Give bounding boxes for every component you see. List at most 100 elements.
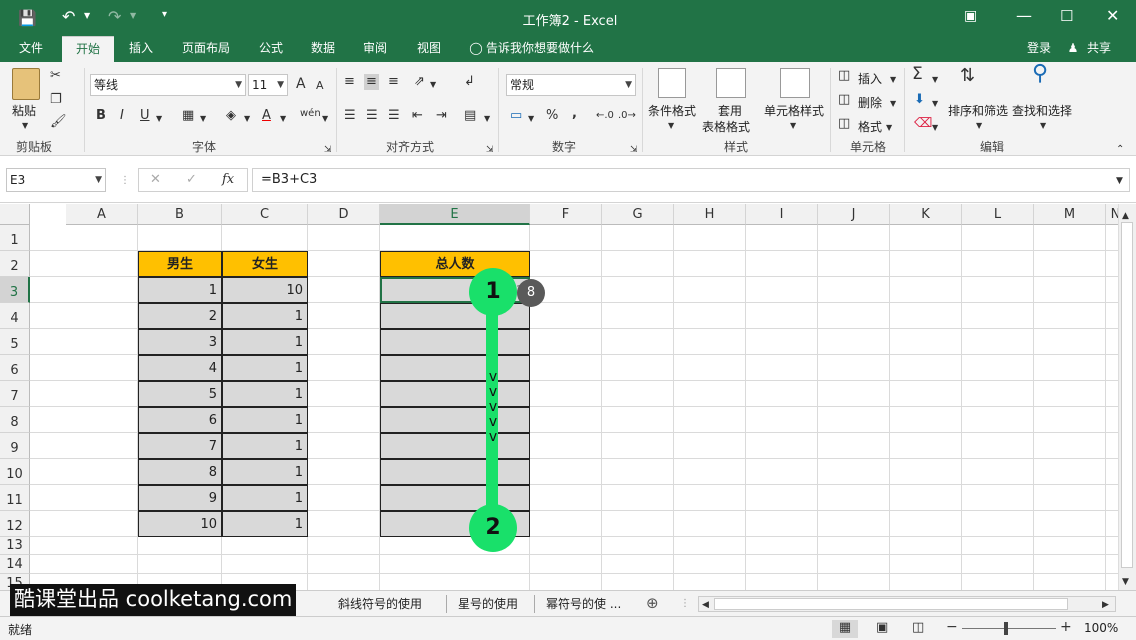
align-center-icon[interactable]: ☰: [366, 108, 378, 124]
increase-decimal-icon[interactable]: ←.0: [596, 108, 614, 124]
maximize-icon[interactable]: ☐: [1060, 7, 1073, 25]
column-header-i[interactable]: I: [746, 204, 818, 225]
collapse-ribbon-icon[interactable]: ⌃: [1116, 142, 1124, 158]
comma-button[interactable]: ,: [572, 106, 577, 122]
table-format-label-1[interactable]: 套用: [718, 102, 742, 119]
boys-count-cell[interactable]: 10: [138, 511, 222, 537]
italic-button[interactable]: I: [120, 108, 124, 124]
zoom-slider-thumb[interactable]: [1004, 622, 1008, 635]
fill-icon[interactable]: ⬇: [914, 92, 925, 108]
column-header-e[interactable]: E: [380, 204, 530, 225]
redo-dropdown-icon[interactable]: ▼: [130, 11, 136, 20]
boys-count-cell[interactable]: 6: [138, 407, 222, 433]
currency-icon[interactable]: ▭: [510, 108, 522, 124]
boys-count-cell[interactable]: 2: [138, 303, 222, 329]
redo-icon[interactable]: ↷: [108, 7, 121, 26]
boys-count-cell[interactable]: 9: [138, 485, 222, 511]
merge-center-icon[interactable]: ▤: [464, 108, 476, 124]
wrap-text-icon[interactable]: ↲: [464, 74, 475, 90]
enter-icon[interactable]: ✓: [186, 172, 197, 188]
girls-count-cell[interactable]: 1: [222, 407, 308, 433]
zoom-in-icon[interactable]: +: [1060, 619, 1072, 635]
insert-cells-button[interactable]: 插入: [858, 70, 882, 87]
girls-count-cell[interactable]: 1: [222, 381, 308, 407]
font-size-combo[interactable]: 11 ▼: [248, 74, 288, 96]
boys-count-cell[interactable]: 8: [138, 459, 222, 485]
underline-button[interactable]: U: [140, 108, 150, 124]
clear-icon[interactable]: ⌫: [914, 116, 932, 132]
table-format-label-2[interactable]: 表格格式: [702, 118, 750, 135]
girls-count-cell[interactable]: 1: [222, 459, 308, 485]
column-header-c[interactable]: C: [222, 204, 308, 225]
customize-qat-icon[interactable]: ▾: [162, 9, 167, 20]
tab-file[interactable]: 文件: [8, 36, 54, 62]
font-color-dropdown-icon[interactable]: ▼: [280, 111, 286, 127]
boys-count-cell[interactable]: 4: [138, 355, 222, 381]
page-layout-view-icon[interactable]: ▣: [876, 620, 888, 636]
tab-home[interactable]: 开始: [62, 36, 114, 62]
share-button[interactable]: 共享: [1082, 36, 1116, 62]
column-header-d[interactable]: D: [308, 204, 380, 225]
grow-font-button[interactable]: A: [296, 76, 306, 92]
currency-dropdown-icon[interactable]: ▼: [528, 111, 534, 127]
align-bottom-icon[interactable]: ≡: [388, 74, 399, 90]
boys-count-cell[interactable]: 3: [138, 329, 222, 355]
row-header-10[interactable]: 10: [0, 459, 30, 485]
sort-filter-button[interactable]: 排序和筛选: [948, 102, 1008, 119]
row-header-2[interactable]: 2: [0, 251, 30, 277]
sort-dropdown-icon[interactable]: ▼: [976, 118, 982, 134]
boys-count-cell[interactable]: 7: [138, 433, 222, 459]
sheet-tab[interactable]: 幂符号的使 ...: [546, 595, 621, 612]
align-right-icon[interactable]: ☰: [388, 108, 400, 124]
horizontal-scroll-thumb[interactable]: [714, 598, 1068, 610]
total-cell[interactable]: [380, 381, 530, 407]
row-header-11[interactable]: 11: [0, 485, 30, 511]
borders-icon[interactable]: ▦: [182, 108, 194, 124]
copy-icon[interactable]: ❐: [50, 92, 62, 108]
zoom-slider-track[interactable]: [962, 628, 1056, 629]
tab-view[interactable]: 视图: [408, 36, 450, 62]
number-format-combo[interactable]: 常规 ▼: [506, 74, 636, 96]
row-header-13[interactable]: 13: [0, 537, 30, 555]
dialog-launcher-icon[interactable]: ⇲: [630, 142, 638, 158]
row-header-7[interactable]: 7: [0, 381, 30, 407]
row-header-14[interactable]: 14: [0, 555, 30, 574]
undo-dropdown-icon[interactable]: ▼: [84, 11, 90, 20]
paste-button[interactable]: 粘贴: [12, 102, 36, 119]
phonetic-button[interactable]: wén: [300, 106, 321, 122]
total-cell[interactable]: [380, 355, 530, 381]
clear-dropdown-icon[interactable]: ▼: [932, 120, 938, 136]
fill-dropdown-icon[interactable]: ▼: [932, 96, 938, 112]
borders-dropdown-icon[interactable]: ▼: [200, 111, 206, 127]
row-header-12[interactable]: 12: [0, 511, 30, 537]
cell-styles-dropdown-icon[interactable]: ▼: [790, 118, 796, 134]
worksheet-grid[interactable]: ABCDEFGHIJKLMN 1 2 3 4 5 6 7 8 9 10 11 12 13 14 15 男生女…: [0, 204, 1136, 590]
paste-dropdown-icon[interactable]: ▼: [22, 118, 28, 134]
header-cell-girls[interactable]: 女生: [222, 251, 308, 277]
phonetic-dropdown-icon[interactable]: ▼: [322, 111, 328, 127]
format-dropdown-icon[interactable]: ▼: [886, 120, 892, 136]
girls-count-cell[interactable]: 1: [222, 511, 308, 537]
girls-count-cell[interactable]: 1: [222, 329, 308, 355]
shrink-font-button[interactable]: A: [316, 78, 324, 94]
bold-button[interactable]: B: [96, 108, 106, 124]
total-cell[interactable]: [380, 407, 530, 433]
delete-cells-button[interactable]: 删除: [858, 94, 882, 111]
row-header-3[interactable]: 3: [0, 277, 30, 303]
girls-count-cell[interactable]: 1: [222, 433, 308, 459]
format-painter-icon[interactable]: 🖌: [50, 114, 67, 130]
cell-styles-button[interactable]: 单元格样式: [764, 102, 824, 119]
undo-icon[interactable]: ↶: [62, 7, 75, 26]
minimize-icon[interactable]: —: [1016, 6, 1032, 25]
format-cells-icon[interactable]: ◫: [838, 116, 850, 132]
girls-count-cell[interactable]: 10: [222, 277, 308, 303]
row-header-1[interactable]: 1: [0, 225, 30, 251]
boys-count-cell[interactable]: 5: [138, 381, 222, 407]
decrease-decimal-icon[interactable]: .0→: [618, 108, 636, 124]
formula-input[interactable]: =B3+C3: [252, 168, 1130, 192]
cell-styles-icon[interactable]: [780, 68, 810, 98]
find-select-button[interactable]: 查找和选择: [1012, 102, 1072, 119]
paste-icon[interactable]: [12, 68, 40, 100]
column-header-a[interactable]: A: [66, 204, 138, 225]
autosum-dropdown-icon[interactable]: ▼: [932, 72, 938, 88]
